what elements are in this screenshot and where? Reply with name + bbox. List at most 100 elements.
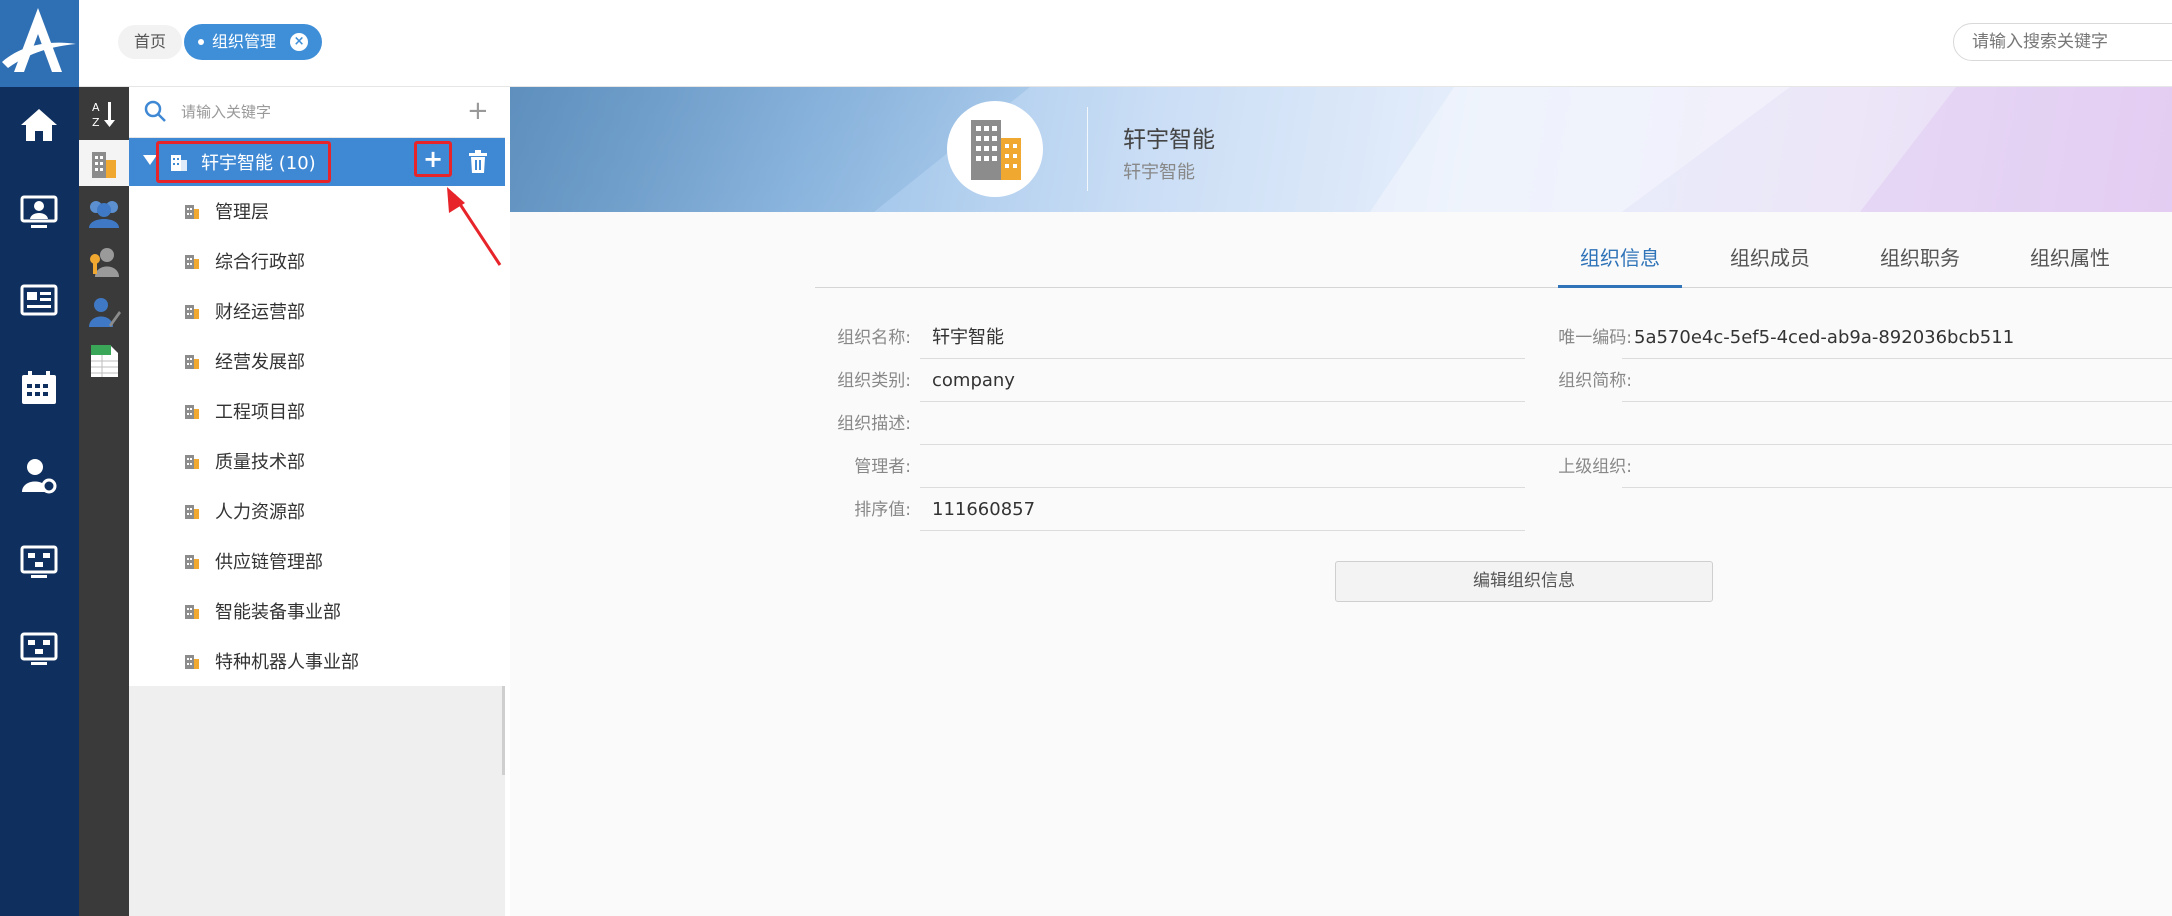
tab-org-info[interactable]: 组织信息 bbox=[1558, 237, 1682, 288]
tab-home-label: 首页 bbox=[134, 32, 167, 51]
subnav-user-edit[interactable] bbox=[79, 289, 129, 335]
building-icon bbox=[185, 255, 199, 269]
nav-flowchart-1[interactable] bbox=[8, 535, 70, 591]
org-sort-label: 排序值: bbox=[854, 500, 911, 520]
org-name-value: 轩宇智能 bbox=[920, 317, 1525, 359]
trash-icon[interactable] bbox=[467, 150, 489, 174]
tree-item-label: 管理层 bbox=[215, 202, 269, 223]
flowchart-monitor-icon bbox=[20, 632, 58, 665]
tree-item-label: 供应链管理部 bbox=[215, 552, 323, 573]
building-icon bbox=[185, 205, 199, 219]
sub-nav: A Z bbox=[79, 87, 129, 916]
org-name-label: 组织名称: bbox=[837, 328, 911, 348]
building-icon bbox=[185, 555, 199, 569]
app-logo[interactable] bbox=[0, 0, 79, 87]
tree-item-label: 质量技术部 bbox=[215, 452, 305, 473]
edit-org-info-button[interactable]: 编辑组织信息 bbox=[1335, 561, 1713, 602]
org-manager-value bbox=[920, 446, 1525, 488]
tree-item-label: 特种机器人事业部 bbox=[215, 652, 359, 673]
tree-item[interactable]: 智能装备事业部 bbox=[129, 586, 505, 636]
annotation-arrow-icon bbox=[447, 187, 502, 266]
org-code-value: 5a570e4c-5ef5-4ced-ab9a-892036bcb511 bbox=[1622, 317, 2172, 359]
nav-home[interactable] bbox=[8, 97, 70, 153]
org-avatar bbox=[947, 101, 1043, 197]
tree-item-label: 经营发展部 bbox=[215, 352, 305, 373]
global-search-input[interactable] bbox=[1953, 23, 2172, 61]
tree-item-label: 财经运营部 bbox=[215, 302, 305, 323]
add-root-button[interactable]: + bbox=[467, 96, 489, 126]
user-key-icon bbox=[90, 248, 119, 277]
org-code-label: 唯一编码: bbox=[1558, 328, 1632, 348]
org-manager-label: 管理者: bbox=[854, 457, 911, 477]
building-icon bbox=[185, 355, 199, 369]
search-icon bbox=[144, 100, 166, 122]
nav-calendar[interactable] bbox=[8, 360, 70, 416]
tree-item[interactable]: 经营发展部 bbox=[129, 336, 505, 386]
subnav-users[interactable] bbox=[79, 190, 129, 236]
org-parent-label: 上级组织: bbox=[1558, 457, 1632, 477]
subnav-sort[interactable]: A Z bbox=[79, 91, 129, 137]
tree-item[interactable]: 供应链管理部 bbox=[129, 536, 505, 586]
building-icon bbox=[171, 155, 187, 171]
plus-icon: + bbox=[422, 145, 444, 173]
logo-icon bbox=[2, 8, 76, 72]
svg-text:Z: Z bbox=[92, 116, 100, 129]
tab-org-management-label: 组织管理 bbox=[212, 32, 277, 51]
org-banner: 轩宇智能 轩宇智能 bbox=[510, 87, 2172, 212]
tab-org-management[interactable]: 组织管理 × bbox=[184, 24, 323, 60]
root-node-label: 轩宇智能 (10) bbox=[201, 153, 316, 174]
tree-item[interactable]: 工程项目部 bbox=[129, 386, 505, 436]
banner-divider bbox=[1087, 107, 1088, 191]
add-child-org-button[interactable]: + bbox=[414, 141, 452, 177]
building-icon bbox=[185, 505, 199, 519]
building-icon bbox=[185, 305, 199, 319]
tree-item[interactable]: 人力资源部 bbox=[129, 486, 505, 536]
org-short-name-value bbox=[1622, 360, 2172, 402]
tree-item-label: 人力资源部 bbox=[215, 502, 305, 523]
nav-news[interactable] bbox=[8, 272, 70, 328]
tab-org-members[interactable]: 组织成员 bbox=[1708, 237, 1832, 288]
org-desc-value bbox=[920, 403, 2172, 445]
home-icon bbox=[21, 109, 57, 141]
building-icon bbox=[185, 405, 199, 419]
org-detail-content: 轩宇智能 轩宇智能 组织信息 组织成员 组织职务 组织属性 组织名称: 轩宇智能… bbox=[510, 87, 2172, 916]
org-type-value: company bbox=[920, 360, 1525, 402]
root-node-highlight[interactable]: 轩宇智能 (10) bbox=[156, 141, 331, 183]
nav-monitor-user[interactable] bbox=[8, 185, 70, 241]
tree-root-node[interactable]: 轩宇智能 (10) + bbox=[129, 138, 505, 186]
nav-user-settings[interactable] bbox=[8, 448, 70, 504]
tab-home[interactable]: 首页 bbox=[118, 25, 183, 59]
tree-search-input[interactable] bbox=[181, 99, 441, 125]
tree-search-bar: + bbox=[129, 87, 505, 138]
caret-down-icon[interactable] bbox=[143, 155, 157, 165]
newspaper-icon bbox=[20, 284, 58, 316]
tree-item[interactable]: 财经运营部 bbox=[129, 286, 505, 336]
org-subtitle: 轩宇智能 bbox=[1123, 162, 1195, 183]
buildings-icon bbox=[971, 120, 1021, 180]
subnav-organizations[interactable] bbox=[79, 140, 129, 186]
org-detail-tabs: 组织信息 组织成员 组织职务 组织属性 bbox=[815, 237, 2172, 288]
tree-item-label: 工程项目部 bbox=[215, 402, 305, 423]
tree-item[interactable]: 特种机器人事业部 bbox=[129, 636, 505, 686]
flowchart-monitor-icon bbox=[20, 545, 58, 578]
building-icon bbox=[185, 455, 199, 469]
app-root: 首页 组织管理 × 请输入搜索关键字 A Z 请输入关键字 + 轩宇智能 (10… bbox=[0, 0, 2172, 916]
tab-org-attributes[interactable]: 组织属性 bbox=[2008, 237, 2132, 288]
building-icon bbox=[185, 655, 199, 669]
calendar-icon bbox=[22, 371, 56, 404]
subnav-user-key[interactable] bbox=[79, 239, 129, 285]
org-sort-value: 111660857 bbox=[920, 489, 1525, 531]
subnav-spreadsheet[interactable] bbox=[79, 338, 129, 384]
tab-org-positions[interactable]: 组织职务 bbox=[1858, 237, 1982, 288]
nav-flowchart-2[interactable] bbox=[8, 622, 70, 678]
buildings-icon bbox=[92, 152, 116, 178]
building-icon bbox=[185, 605, 199, 619]
top-bar: 首页 组织管理 × bbox=[0, 0, 2172, 87]
close-tab-icon[interactable]: × bbox=[290, 33, 309, 51]
org-desc-label: 组织描述: bbox=[837, 414, 911, 434]
org-short-name-label: 组织简称: bbox=[1558, 371, 1632, 391]
users-group-icon bbox=[89, 201, 119, 228]
svg-text:A: A bbox=[92, 101, 100, 114]
main-nav bbox=[0, 87, 79, 916]
tree-item[interactable]: 质量技术部 bbox=[129, 436, 505, 486]
